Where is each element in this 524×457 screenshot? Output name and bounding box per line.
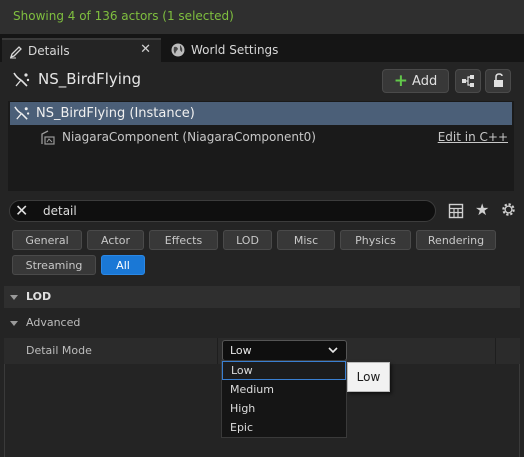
chevron-down-icon xyxy=(328,347,338,354)
subsection-advanced[interactable]: Advanced xyxy=(4,312,520,334)
filter-general[interactable]: General xyxy=(12,230,82,250)
tab-details-label: Details xyxy=(28,44,70,58)
filter-lod[interactable]: LOD xyxy=(223,230,272,250)
close-icon[interactable]: ✕ xyxy=(140,42,151,57)
lock-icon xyxy=(494,73,503,87)
edit-in-cpp-link[interactable]: Edit in C++ xyxy=(438,130,508,144)
actor-name: NS_BirdFlying xyxy=(38,70,141,88)
plus-icon: + xyxy=(393,70,409,91)
tab-details[interactable]: Details ✕ xyxy=(2,38,161,62)
table-view-icon[interactable] xyxy=(448,203,464,219)
gear-icon[interactable] xyxy=(500,201,517,218)
search-input[interactable]: ✕ detail xyxy=(9,200,436,222)
globe-icon xyxy=(171,43,185,57)
niagara-component-icon xyxy=(41,130,55,145)
tab-world-settings-label: World Settings xyxy=(191,43,279,57)
panel-tab-bar: Details ✕ World Settings xyxy=(0,36,524,62)
tooltip: Low xyxy=(347,362,390,392)
actor-count-status: Showing 4 of 136 actors (1 selected) xyxy=(13,9,234,23)
column-splitter[interactable] xyxy=(217,338,218,364)
add-button-label: Add xyxy=(412,73,438,89)
search-input-value: detail xyxy=(43,204,77,218)
niagara-system-icon xyxy=(13,72,30,87)
dropdown-option-low[interactable]: Low xyxy=(222,361,346,380)
details-header: NS_BirdFlying + Add xyxy=(0,62,524,100)
dropdown-option-epic[interactable]: Epic xyxy=(222,418,346,437)
tree-item-instance-label: NS_BirdFlying (Instance) xyxy=(36,106,195,121)
blueprint-button[interactable] xyxy=(455,69,481,93)
tree-item-instance[interactable]: NS_BirdFlying (Instance) xyxy=(10,102,512,125)
blueprint-icon xyxy=(462,75,474,87)
tab-world-settings[interactable]: World Settings xyxy=(164,38,314,62)
detail-mode-value: Low xyxy=(230,344,252,357)
property-label: Detail Mode xyxy=(26,344,92,357)
status-bar: Showing 4 of 136 actors (1 selected) xyxy=(0,0,524,34)
star-icon[interactable]: ★ xyxy=(475,200,489,219)
filter-misc[interactable]: Misc xyxy=(277,230,335,250)
filter-rendering[interactable]: Rendering xyxy=(416,230,496,250)
chevron-down-icon xyxy=(10,321,18,326)
dropdown-option-high[interactable]: High xyxy=(222,399,346,418)
filter-actor[interactable]: Actor xyxy=(87,230,144,250)
niagara-system-icon xyxy=(14,106,30,120)
section-lod[interactable]: LOD xyxy=(4,286,520,308)
detail-mode-combo[interactable]: Low xyxy=(222,340,347,361)
filter-effects[interactable]: Effects xyxy=(149,230,218,250)
detail-mode-dropdown: Low Medium High Epic xyxy=(221,360,347,438)
lock-button[interactable] xyxy=(485,69,511,93)
chevron-down-icon xyxy=(10,295,18,300)
add-component-button[interactable]: + Add xyxy=(382,69,449,93)
filter-streaming[interactable]: Streaming xyxy=(12,255,96,275)
tree-item-component[interactable]: NiagaraComponent (NiagaraComponent0) xyxy=(62,130,316,144)
filter-physics[interactable]: Physics xyxy=(340,230,411,250)
close-icon[interactable]: ✕ xyxy=(15,202,28,220)
column-splitter[interactable] xyxy=(495,338,496,364)
dropdown-option-medium[interactable]: Medium xyxy=(222,380,346,399)
pencil-icon xyxy=(9,46,22,59)
section-lod-label: LOD xyxy=(26,290,52,303)
search-row: ✕ detail ★ xyxy=(0,200,524,222)
subsection-advanced-label: Advanced xyxy=(26,316,81,329)
component-tree: NS_BirdFlying (Instance) NiagaraComponen… xyxy=(8,101,514,191)
filter-all[interactable]: All xyxy=(101,255,145,275)
